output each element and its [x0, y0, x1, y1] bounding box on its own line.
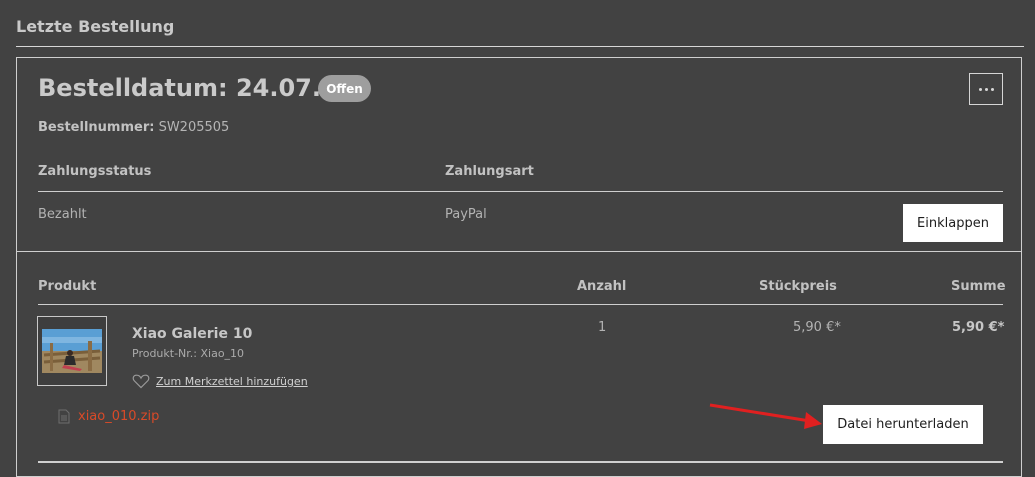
- order-number-label: Bestellnummer:: [38, 120, 155, 135]
- payment-method-header: Zahlungsart: [445, 164, 534, 179]
- payment-divider: [38, 191, 1003, 192]
- product-name[interactable]: Xiao Galerie 10: [132, 326, 252, 342]
- product-thumbnail[interactable]: [37, 316, 107, 386]
- heart-icon: [132, 374, 150, 389]
- table-header-total: Summe: [951, 279, 1006, 294]
- order-date: Bestelldatum: 24.07.24: [38, 74, 355, 102]
- annotation-arrow-icon: [709, 403, 822, 429]
- bottom-divider: [38, 461, 1003, 463]
- table-header-divider: [38, 304, 1003, 305]
- add-to-wishlist[interactable]: Zum Merkzettel hinzufügen: [132, 373, 308, 389]
- section-title: Letzte Bestellung: [16, 17, 175, 36]
- download-file-button[interactable]: Datei herunterladen: [823, 405, 983, 444]
- total-value: 5,90 €*: [952, 320, 1005, 335]
- payment-status-header: Zahlungsstatus: [38, 164, 152, 179]
- order-section-divider: [16, 251, 1022, 252]
- order-number-value: SW205505: [158, 120, 230, 135]
- file-name[interactable]: xiao_010.zip: [78, 409, 159, 424]
- table-header-unit-price: Stückpreis: [759, 279, 837, 294]
- status-badge: Offen: [318, 75, 371, 102]
- product-number: Produkt-Nr.: Xiao_10: [132, 347, 245, 360]
- payment-method-value: PayPal: [445, 207, 487, 222]
- table-header-product: Produkt: [38, 279, 97, 294]
- table-header-qty: Anzahl: [577, 279, 627, 294]
- product-image: [42, 329, 102, 373]
- more-options-button[interactable]: [969, 73, 1003, 105]
- section-divider: [16, 46, 1024, 47]
- more-options-icon: [990, 87, 994, 91]
- collapse-button[interactable]: Einklappen: [903, 204, 1003, 242]
- more-options-icon: [984, 87, 988, 91]
- unit-price-value: 5,90 €*: [793, 320, 841, 335]
- file-icon: [58, 409, 70, 424]
- quantity-value: 1: [598, 320, 607, 335]
- order-number: Bestellnummer: SW205505: [38, 120, 229, 135]
- download-file[interactable]: xiao_010.zip: [58, 409, 159, 424]
- more-options-icon: [978, 87, 982, 91]
- payment-status-value: Bezahlt: [38, 207, 87, 222]
- wishlist-label[interactable]: Zum Merkzettel hinzufügen: [156, 375, 308, 388]
